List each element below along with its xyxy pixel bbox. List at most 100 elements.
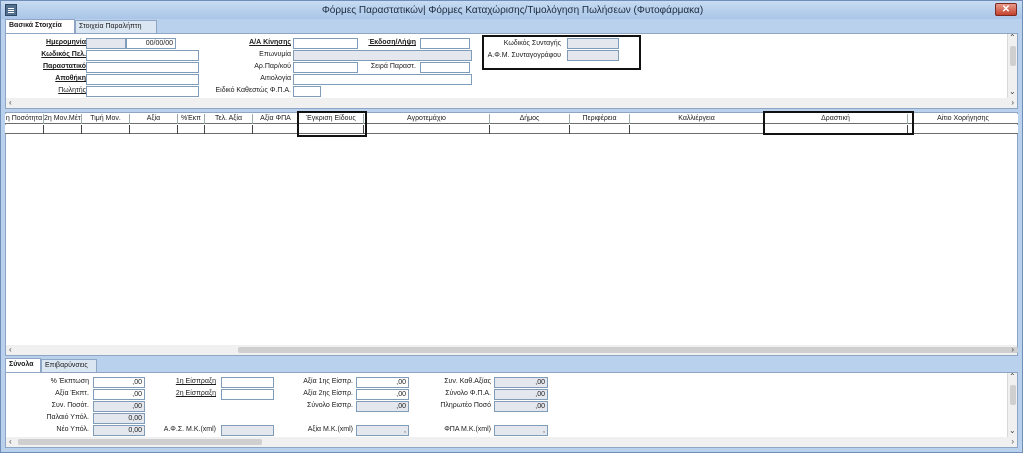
cell-qty[interactable]	[5, 125, 44, 134]
prescriber-vat-field	[567, 50, 619, 61]
seller-field[interactable]	[86, 86, 199, 97]
tab-totals[interactable]: Σύνολα	[5, 358, 41, 372]
collection2-value-field[interactable]: ,00	[356, 389, 409, 400]
issue-label[interactable]: Έκδοση/Λήψη	[368, 39, 416, 46]
cell-plot[interactable]	[364, 125, 490, 134]
net-value-field: ,00	[494, 377, 548, 388]
header-horizontal-scrollbar[interactable]: ‹ ›	[6, 98, 1017, 108]
collections-total-field: ,00	[356, 401, 409, 412]
discount-pct-label: % Έκπτωση	[50, 378, 89, 385]
tab-basic-info[interactable]: Βασικά Στοιχεία	[5, 19, 75, 33]
cell-discount[interactable]	[178, 125, 205, 134]
col-header-unit-price[interactable]: Τιμή Μον.	[82, 114, 130, 124]
col-header-reason[interactable]: Αίτιο Χορήγησης	[908, 114, 1018, 124]
tab-charges[interactable]: Επιβαρύνσεις	[41, 359, 97, 372]
discount-value-label: Αξία Έκπτ.	[55, 390, 89, 397]
grid-scroll-right-icon[interactable]: ›	[1011, 346, 1014, 354]
window-title: Φόρμες Παραστατικών| Φόρμες Καταχώρισης/…	[321, 5, 704, 16]
issue-field[interactable]	[420, 38, 470, 49]
document-label[interactable]: Παραστατικό	[43, 63, 86, 70]
grid-scroll-left-icon[interactable]: ‹	[9, 346, 12, 354]
cell-second-unit[interactable]	[44, 125, 82, 134]
totals-horizontal-scrollbar[interactable]: ‹ ›	[6, 437, 1017, 447]
collection2-field[interactable]	[221, 389, 274, 400]
date-label: Ημερομηνία	[46, 39, 86, 46]
reason-field[interactable]	[293, 74, 472, 85]
collection1-field[interactable]	[221, 377, 274, 388]
customer-code-field[interactable]	[86, 50, 199, 61]
vat-regime-field[interactable]	[293, 86, 321, 97]
new-balance-label: Νέο Υπόλ.	[56, 426, 89, 433]
date-prefix-field[interactable]	[86, 38, 126, 49]
header-vscroll-thumb[interactable]	[1010, 46, 1016, 66]
series-field[interactable]	[420, 62, 470, 73]
totals-scroll-right-icon[interactable]: ›	[1011, 438, 1014, 446]
collection2-label[interactable]: 2η Είσπραξη	[176, 390, 216, 397]
col-header-crop[interactable]: Καλλιέργεια	[630, 114, 764, 124]
collection1-value-label: Αξία 1ης Είσπρ.	[303, 378, 353, 385]
mk-vat-label: ΦΠΑ Μ.Κ.(xml)	[444, 426, 491, 433]
discount-value-field[interactable]: ,00	[93, 389, 145, 400]
mk-value-label: Αξία Μ.Κ.(xml)	[307, 426, 353, 433]
collections-total-label: Σύνολο Εισπρ.	[307, 402, 353, 409]
afs-field	[221, 425, 274, 436]
lines-grid	[5, 112, 1018, 356]
totals-scroll-left-icon[interactable]: ‹	[9, 438, 12, 446]
collection1-label[interactable]: 1η Είσπραξη	[176, 378, 216, 385]
col-header-value[interactable]: Αξία	[130, 114, 178, 124]
scroll-up-icon[interactable]: ⌃	[1009, 34, 1016, 42]
col-header-plot[interactable]: Αγροτεμάχιο	[364, 114, 490, 124]
grid-hscroll-thumb[interactable]	[238, 347, 1018, 353]
scroll-left-icon[interactable]: ‹	[9, 99, 12, 107]
totals-hscroll-thumb[interactable]	[18, 439, 262, 445]
totals-scroll-up-icon[interactable]: ⌃	[1009, 373, 1016, 381]
totals-scroll-down-icon[interactable]: ⌄	[1009, 427, 1016, 435]
col-header-municipality[interactable]: Δήμος	[490, 114, 570, 124]
prescription-code-field	[567, 38, 619, 49]
warehouse-label[interactable]: Αποθήκη	[55, 75, 86, 82]
close-button[interactable]: ✕	[995, 3, 1017, 16]
date-field[interactable]: 00/00/00	[126, 38, 176, 49]
cell-region[interactable]	[570, 125, 630, 134]
col-header-region[interactable]: Περιφέρεια	[570, 114, 630, 124]
document-field[interactable]	[86, 62, 199, 73]
company-name-label: Επωνυμία	[259, 51, 291, 58]
scroll-right-icon[interactable]: ›	[1011, 99, 1014, 107]
totals-vertical-scrollbar[interactable]: ⌃ ⌄	[1007, 373, 1017, 437]
warehouse-field[interactable]	[86, 74, 199, 85]
customer-code-label[interactable]: Κωδικός Πελ.	[41, 51, 86, 58]
net-value-label: Συν. Καθ.Αξίας	[444, 378, 491, 385]
seller-label[interactable]: Πωλητής	[58, 87, 86, 94]
col-header-final-value[interactable]: Τελ. Αξία	[205, 114, 253, 124]
prescription-code-label: Κωδικός Συνταγής	[503, 40, 561, 47]
cell-municipality[interactable]	[490, 125, 570, 134]
payable-label: Πληρωτέο Ποσό	[440, 402, 491, 409]
total-qty-label: Συν. Ποσότ.	[51, 402, 89, 409]
grid-horizontal-scrollbar[interactable]: ‹ ›	[6, 345, 1018, 355]
reason-label: Αιτιολογία	[260, 75, 291, 82]
col-header-qty[interactable]: η Ποσότητα	[5, 114, 44, 124]
totals-vscroll-thumb[interactable]	[1010, 385, 1016, 405]
payable-field: ,00	[494, 401, 548, 412]
cell-value[interactable]	[130, 125, 178, 134]
scroll-down-icon[interactable]: ⌄	[1009, 88, 1016, 96]
movement-no-label[interactable]: Α/Α Κίνησης	[249, 39, 291, 46]
document-no-field[interactable]	[293, 62, 358, 73]
movement-no-field[interactable]	[293, 38, 358, 49]
collection1-value-field[interactable]: ,00	[356, 377, 409, 388]
discount-pct-field[interactable]: ,00	[93, 377, 145, 388]
col-header-vat-value[interactable]: Αξία ΦΠΑ	[253, 114, 299, 124]
cell-vat-value[interactable]	[253, 125, 299, 134]
document-no-label: Αρ.Παρ/κού	[254, 63, 291, 70]
col-header-discount[interactable]: %Έκπ	[178, 114, 205, 124]
vat-regime-label: Ειδικό Καθεστώς Φ.Π.Α.	[215, 87, 292, 94]
header-vertical-scrollbar[interactable]: ⌃ ⌄	[1007, 34, 1017, 98]
cell-crop[interactable]	[630, 125, 764, 134]
cell-unit-price[interactable]	[82, 125, 130, 134]
col-header-second-unit[interactable]: 2η Μον.Μέτ.	[44, 114, 82, 124]
cell-final-value[interactable]	[205, 125, 253, 134]
tab-recipient-info[interactable]: Στοιχεία Παραλήπτη	[75, 20, 157, 33]
header-panel: Ημερομηνία 00/00/00 Κωδικός Πελ. Παραστα…	[5, 33, 1018, 109]
totals-panel: % Έκπτωση ,00 Αξία Έκπτ. ,00 Συν. Ποσότ.…	[5, 372, 1018, 448]
application-window: Φόρμες Παραστατικών| Φόρμες Καταχώρισης/…	[0, 0, 1023, 453]
